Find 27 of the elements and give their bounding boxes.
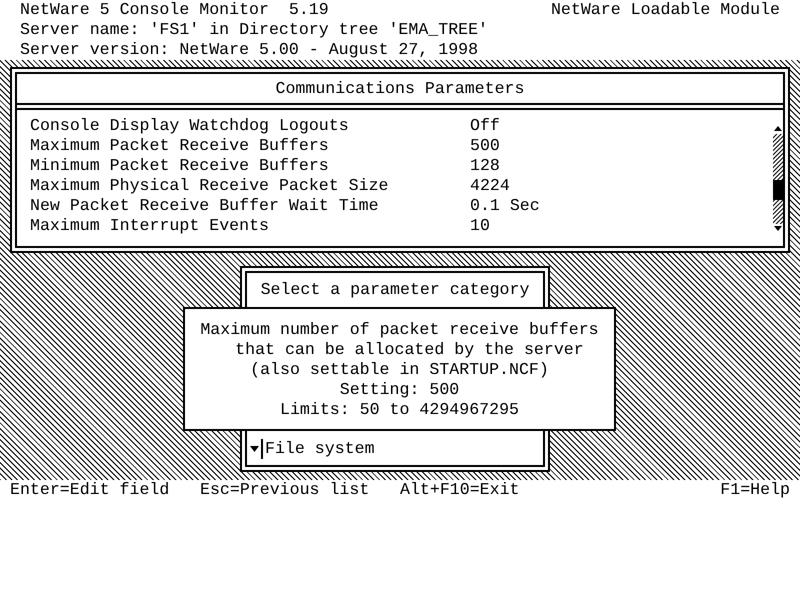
parameter-value[interactable]: 500 [470,136,773,156]
panel-title: Communications Parameters [276,78,524,98]
parameter-name[interactable]: Minimum Packet Receive Buffers [30,156,470,176]
key-hint: F1=Help [720,480,790,500]
parameter-value[interactable]: 4224 [470,176,773,196]
setting-text: Setting: 500 [340,380,460,400]
help-description: Maximum number of packet receive buffers that can be allocated by the server (also settable in STARTUP.NCF) [200,320,599,380]
key-hint: Esc=Previous list [200,480,370,500]
category-item[interactable]: File system [265,439,375,459]
key-hint: Enter=Edit field [10,480,170,500]
parameter-name[interactable]: Maximum Packet Receive Buffers [30,136,470,156]
parameter-name[interactable]: New Packet Receive Buffer Wait Time [30,196,470,216]
parameter-value[interactable]: 0.1 Sec [470,196,773,216]
parameter-name[interactable]: Maximum Interrupt Events [30,216,470,236]
parameter-value[interactable]: 128 [470,156,773,176]
scroll-down-icon[interactable] [250,446,259,452]
parameter-value[interactable]: Off [470,116,773,136]
parameter-value[interactable]: 10 [470,216,773,236]
program-title: NetWare 5 Console Monitor 5.19 [20,0,329,20]
server-version-text: Server version: NetWare 5.00 - August 27, 1998 [20,40,478,60]
key-hint: Alt+F10=Exit [400,480,520,500]
module-label: NetWare Loadable Module [550,0,780,20]
limits-text: Limits: 50 to 4294967295 [280,400,519,420]
parameter-name[interactable]: Maximum Physical Receive Packet Size [30,176,470,196]
server-name-text: Server name: 'FS1' in Directory tree 'EMA_TREE' [20,20,488,40]
parameter-name[interactable]: Console Display Watchdog Logouts [30,116,470,136]
panel-title: Select a parameter category [260,280,530,300]
